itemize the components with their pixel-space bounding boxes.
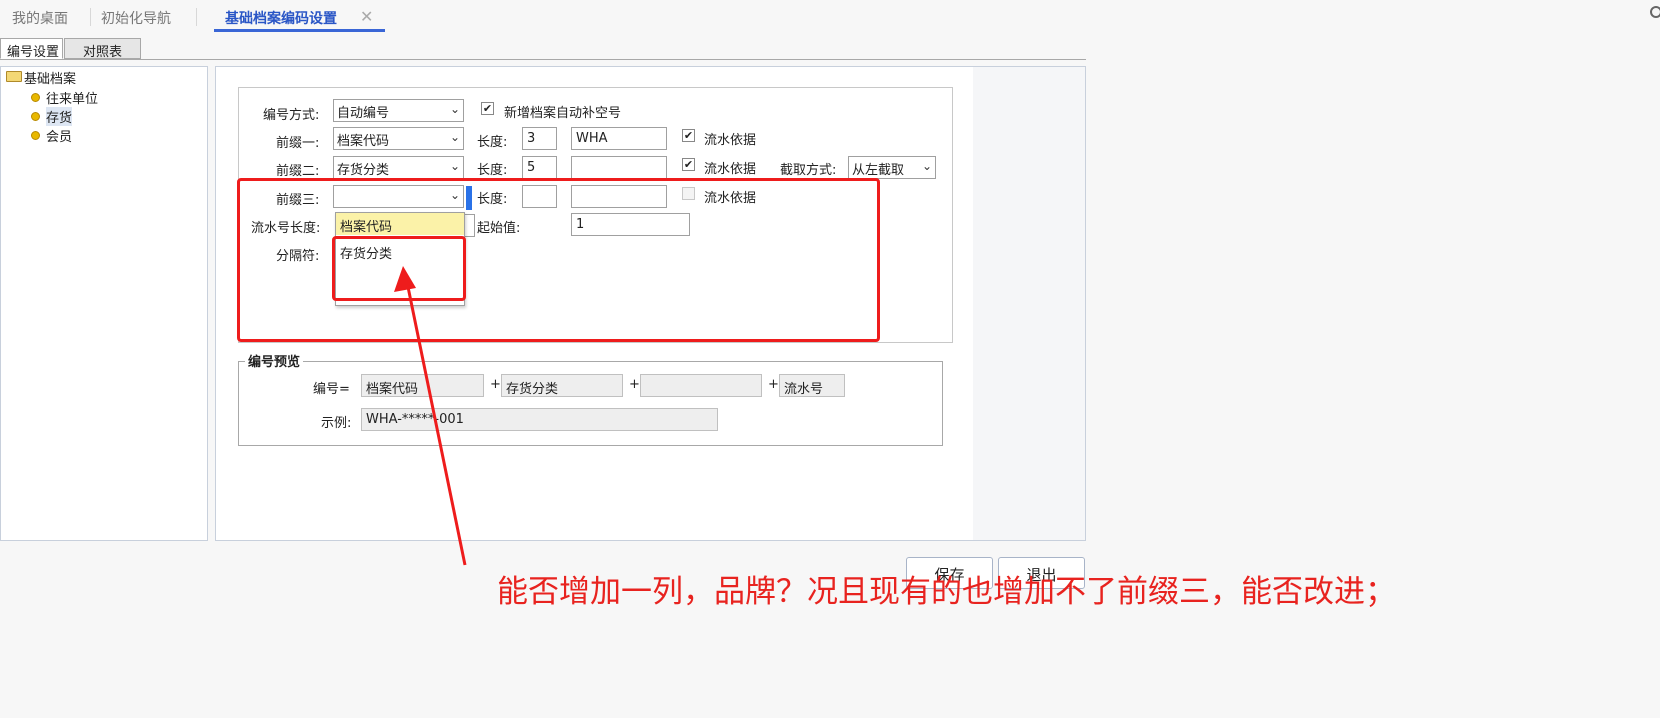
panel-shade <box>973 67 1085 540</box>
tab-init-navigation[interactable]: 初始化导航 <box>101 8 171 28</box>
subtab-numbering-settings[interactable]: 编号设置 <box>0 38 63 60</box>
mode-label: 编号方式: <box>263 108 320 123</box>
mode-value: 自动编号 <box>337 106 390 121</box>
prefix2-select[interactable]: 存货分类 ⌄ <box>333 156 464 179</box>
code-label: 编号= <box>313 382 350 397</box>
bullet-icon <box>31 131 40 140</box>
plus-sign: + <box>490 377 501 392</box>
length1-input[interactable]: 3 <box>522 127 557 150</box>
length2-input[interactable]: 5 <box>522 156 557 179</box>
auto-fill-checkbox[interactable]: ✔ <box>481 102 494 115</box>
preview-part-3 <box>640 374 762 397</box>
length1-label: 长度: <box>477 135 508 150</box>
annotation-comment: 能否增加一列，品牌？况且现有的也增加不了前缀三，能否改进； <box>497 574 1396 610</box>
bullet-icon <box>31 112 40 121</box>
prefix1-select[interactable]: 档案代码 ⌄ <box>333 127 464 150</box>
plus-sign: + <box>768 377 779 392</box>
plus-sign: + <box>629 377 640 392</box>
active-tab-indicator <box>214 29 385 32</box>
flow-basis2-label: 流水依据 <box>704 162 757 177</box>
preview-part-1: 档案代码 <box>361 374 484 397</box>
tab-divider <box>90 8 91 26</box>
length2-label: 长度: <box>477 163 508 178</box>
subtab-baseline <box>0 59 1086 60</box>
preview-part-serial: 流水号 <box>779 374 845 397</box>
chevron-down-icon: ⌄ <box>449 130 460 144</box>
prefix1-text-input[interactable]: WHA <box>571 127 667 150</box>
flow-basis1-label: 流水依据 <box>704 133 757 148</box>
prefix1-value: 档案代码 <box>337 134 390 149</box>
bullet-icon <box>31 93 40 102</box>
tree-item-members[interactable]: 会员 <box>46 126 72 145</box>
preview-title: 编号预览 <box>245 351 304 370</box>
example-label: 示例: <box>321 416 352 431</box>
mode-select[interactable]: 自动编号 ⌄ <box>333 99 464 122</box>
tree-item-partners[interactable]: 往来单位 <box>46 88 98 107</box>
prefix2-text-input[interactable] <box>571 156 667 179</box>
folder-icon <box>6 71 22 82</box>
chevron-down-icon: ⌄ <box>921 159 932 173</box>
example-value: WHA-*****-001 <box>361 408 718 431</box>
close-tab-icon[interactable]: ✕ <box>360 7 373 26</box>
cut-mode-value: 从左截取 <box>852 163 905 178</box>
prefix2-label: 前缀二: <box>276 164 320 179</box>
tab-basic-archive-coding[interactable]: 基础档案编码设置 <box>225 8 337 28</box>
search-icon[interactable] <box>1650 6 1660 18</box>
tree-root-basic-archive[interactable]: 基础档案 <box>24 68 76 87</box>
tab-divider <box>196 8 197 26</box>
flow-basis2-checkbox[interactable]: ✔ <box>682 158 695 171</box>
cut-mode-select[interactable]: 从左截取 ⌄ <box>848 156 936 179</box>
tab-my-desktop[interactable]: 我的桌面 <box>12 8 68 28</box>
subtab-mapping-table[interactable]: 对照表 <box>64 38 141 60</box>
annotation-dropdown-box <box>332 236 466 301</box>
preview-part-2: 存货分类 <box>501 374 623 397</box>
prefix1-label: 前缀一: <box>276 136 320 151</box>
top-tab-bar: 我的桌面 初始化导航 基础档案编码设置 ✕ <box>0 0 1660 34</box>
chevron-down-icon: ⌄ <box>449 102 460 116</box>
auto-fill-label: 新增档案自动补空号 <box>504 106 622 121</box>
tree-item-inventory[interactable]: 存货 <box>46 107 73 126</box>
prefix2-value: 存货分类 <box>337 163 390 178</box>
cut-mode-label: 截取方式: <box>780 163 837 178</box>
flow-basis1-checkbox[interactable]: ✔ <box>682 129 695 142</box>
chevron-down-icon: ⌄ <box>449 159 460 173</box>
